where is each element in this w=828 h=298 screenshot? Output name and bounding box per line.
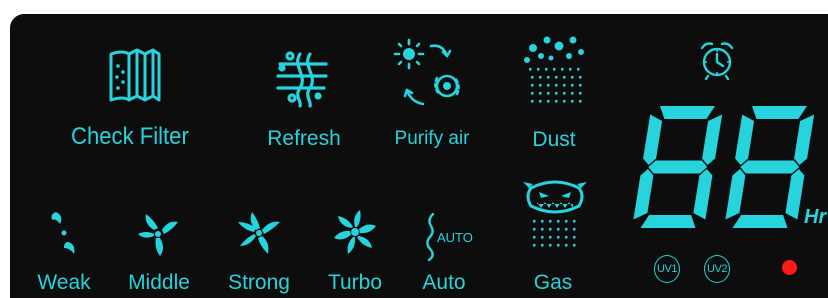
digit-1-segment-f [643,114,663,165]
refresh-icon [272,48,332,108]
turbo-label: Turbo [327,271,383,294]
gas-label: Gas [533,271,573,294]
digit-2-segment-c [785,169,805,220]
check-filter-label: Check Filter [71,123,189,150]
digit-2-segment-e [725,169,746,220]
fan-strong-icon [234,208,284,258]
fan-turbo-icon [330,206,380,258]
filter-icon [107,46,163,106]
fan-middle-icon [134,210,182,258]
timer-unit-label: Hr [804,206,827,228]
digit-2-segment-a [752,106,807,119]
digit-2-segment-b [794,114,814,165]
digit-2-segment-g [740,160,800,174]
display-panel: Check Filter Refresh Purify air Dust Gas… [10,14,828,298]
gas-monster-icon [519,178,591,268]
digit-2-segment-f [735,114,755,165]
dust-label: Dust [532,128,576,151]
purify-air-label: Purify air [394,128,470,149]
uv1-indicator: UV1 [654,255,680,283]
auto-icon: AUTO [423,210,477,262]
purify-icon [393,38,465,110]
alarm-clock-icon [698,40,736,80]
digit-1-segment-d [640,215,696,228]
digit-1-segment-g [648,160,708,174]
fan-weak-icon [46,210,82,256]
uv2-indicator: UV2 [704,255,730,283]
digit-2-segment-d [732,215,788,228]
strong-label: Strong [228,271,290,294]
digit-1-segment-c [693,169,713,220]
digit-1-segment-b [702,114,723,165]
weak-label: Weak [37,271,91,294]
auto-icon-text: AUTO [437,230,473,245]
digit-1-segment-e [633,169,654,220]
red-indicator-led [782,260,797,275]
dust-icon [519,34,591,124]
refresh-label: Refresh [267,127,341,150]
digit-1-segment-a [660,106,715,119]
middle-label: Middle [128,271,190,294]
timer-seven-segment-display [618,100,814,232]
auto-label: Auto [422,271,466,294]
